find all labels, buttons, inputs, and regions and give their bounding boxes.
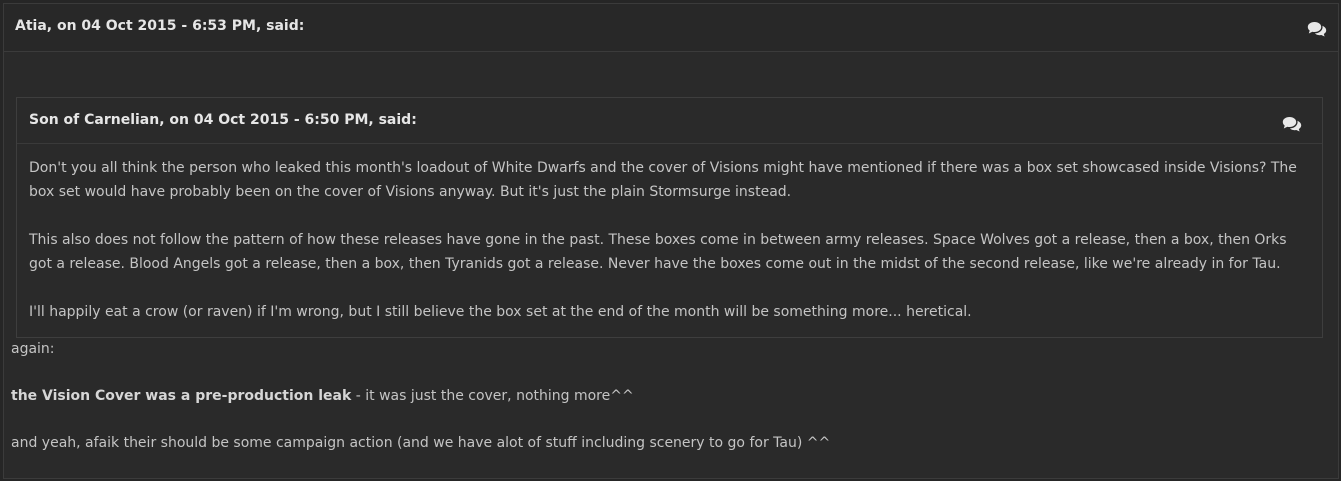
quote-bubbles-icon[interactable] (1307, 21, 1327, 37)
inner-quote-body: Don't you all think the person who leake… (29, 156, 1299, 348)
reply-bold-text: the Vision Cover was a pre-production le… (11, 388, 352, 404)
reply-body: again: the Vision Cover was a pre-produc… (11, 337, 1321, 478)
outer-quote-citation: Atia, on 04 Oct 2015 - 6:53 PM, said: (15, 18, 305, 34)
reply-line: again: (11, 341, 55, 357)
inner-quote-block: Son of Carnelian, on 04 Oct 2015 - 6:50 … (16, 97, 1323, 338)
inner-quote-citation-bar: Son of Carnelian, on 04 Oct 2015 - 6:50 … (17, 98, 1322, 144)
reply-line: and yeah, afaik their should be some cam… (11, 435, 831, 451)
outer-quote-citation-bar: Atia, on 04 Oct 2015 - 6:53 PM, said: (4, 4, 1338, 52)
reply-text: - it was just the cover, nothing more^^ (351, 388, 634, 404)
quote-paragraph: Don't you all think the person who leake… (29, 160, 1297, 200)
reply-line: the Vision Cover was a pre-production le… (11, 384, 1321, 408)
inner-quote-citation: Son of Carnelian, on 04 Oct 2015 - 6:50 … (29, 112, 417, 128)
quote-paragraph: I'll happily eat a crow (or raven) if I'… (29, 304, 972, 320)
quote-paragraph: This also does not follow the pattern of… (29, 232, 1287, 272)
quote-bubbles-icon[interactable] (1282, 116, 1302, 132)
